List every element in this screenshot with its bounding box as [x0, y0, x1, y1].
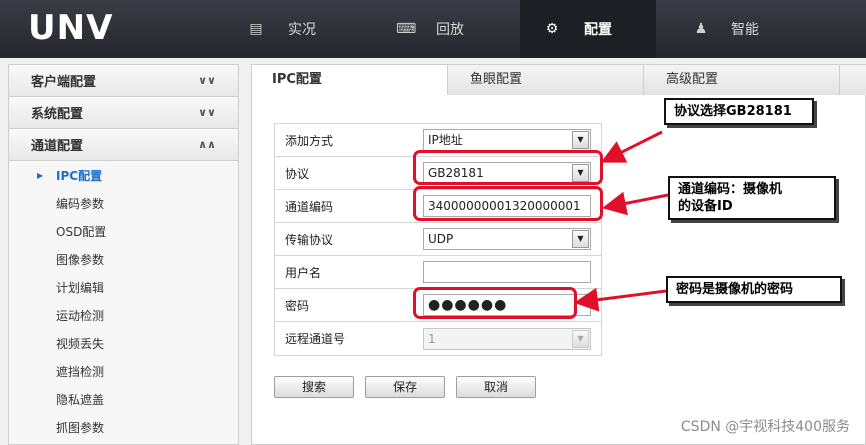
- remote-channel-select: 1 ▼: [423, 327, 591, 350]
- sidebar: 客户端配置 ∨∨ 系统配置 ∨∨ 通道配置 ∧∧ ▶ IPC配置 编码参数 OS…: [8, 64, 239, 445]
- sidebar-section-label: 系统配置: [31, 107, 84, 122]
- logo: UNV: [28, 8, 114, 48]
- tab-ipc-config[interactable]: IPC配置: [252, 65, 448, 95]
- sidebar-item-label: 遮挡检测: [56, 364, 105, 379]
- add-method-select[interactable]: IP地址 ▼: [423, 129, 591, 151]
- form-row-remote-channel: 远程通道号 1 ▼: [275, 322, 601, 355]
- username-input[interactable]: [423, 261, 591, 283]
- password-callout: 密码是摄像机的密码: [666, 276, 842, 303]
- sidebar-item-osd[interactable]: OSD配置: [9, 217, 238, 245]
- protocol-callout-text: 协议选择GB28181: [674, 104, 792, 119]
- watermark: CSDN @宇视科技400服务: [680, 419, 850, 435]
- transport-label: 传输协议: [285, 232, 334, 247]
- gear-icon: ⚙: [545, 21, 559, 37]
- sidebar-item-label: 编码参数: [56, 196, 105, 211]
- dropdown-arrow-icon: ▼: [572, 329, 589, 348]
- cancel-button[interactable]: 取消: [456, 376, 536, 398]
- person-search-icon: ♟: [694, 21, 708, 37]
- tab-advanced-config[interactable]: 高级配置: [644, 65, 840, 95]
- sidebar-item-motion[interactable]: 运动检测: [9, 301, 238, 329]
- nav-config[interactable]: ⚙ 配置: [520, 0, 656, 58]
- page: UNV ▤ 实况 ⌨ 回放 ⚙ 配置 ♟ 智能 客户端配置 ∨∨ 系统配置 ∨∨…: [0, 0, 866, 445]
- sidebar-item-snapshot[interactable]: 抓图参数: [9, 413, 238, 441]
- sidebar-item-tamper[interactable]: 遮挡检测: [9, 357, 238, 385]
- dropdown-arrow-icon[interactable]: ▼: [572, 131, 589, 149]
- protocol-callout: 协议选择GB28181: [664, 98, 814, 125]
- nav-smart-label: 智能: [731, 22, 759, 38]
- nav-live-label: 实况: [288, 22, 316, 38]
- sidebar-item-video-loss[interactable]: 视频丢失: [9, 329, 238, 357]
- form-row-username: 用户名: [275, 256, 601, 289]
- remote-channel-value: 1: [428, 331, 436, 346]
- nav-playback-label: 回放: [436, 22, 464, 38]
- channel-code-label: 通道编码: [285, 199, 334, 214]
- nav-playback[interactable]: ⌨ 回放: [396, 0, 464, 58]
- nav-live[interactable]: ▤ 实况: [248, 0, 330, 58]
- nav-smart[interactable]: ♟ 智能: [693, 0, 759, 58]
- channel-code-highlight: [413, 186, 603, 221]
- tab-bar: IPC配置 鱼眼配置 高级配置: [252, 65, 866, 95]
- save-button[interactable]: 保存: [365, 376, 445, 398]
- sidebar-item-label: 图像参数: [56, 252, 105, 267]
- dropdown-arrow-icon[interactable]: ▼: [572, 230, 589, 248]
- tab-bar-filler: [840, 65, 866, 95]
- chevron-down-icon: ∨∨: [198, 106, 216, 119]
- password-label: 密码: [285, 298, 310, 313]
- sidebar-section-channel-config[interactable]: 通道配置 ∧∧: [9, 129, 238, 161]
- sidebar-item-image[interactable]: 图像参数: [9, 245, 238, 273]
- sidebar-item-label: 隐私遮盖: [56, 392, 105, 407]
- password-callout-text: 密码是摄像机的密码: [676, 282, 794, 297]
- monitor-icon: ▤: [249, 21, 263, 37]
- chevron-down-icon: ∨∨: [198, 74, 216, 87]
- password-highlight: [413, 287, 577, 319]
- chevron-up-icon: ∧∧: [198, 138, 216, 151]
- channel-callout-line1: 通道编码：摄像机: [678, 182, 783, 197]
- protocol-label: 协议: [285, 166, 310, 181]
- sidebar-item-label: OSD配置: [56, 224, 107, 239]
- sidebar-item-label: IPC配置: [56, 168, 103, 183]
- sidebar-section-system-config[interactable]: 系统配置 ∨∨: [9, 97, 238, 129]
- sidebar-item-label: 运动检测: [56, 308, 105, 323]
- caret-right-icon: ▶: [37, 170, 44, 180]
- form-row-transport: 传输协议 UDP ▼: [275, 223, 601, 256]
- tab-fisheye-config[interactable]: 鱼眼配置: [448, 65, 644, 95]
- sidebar-item-ipc-config[interactable]: ▶ IPC配置: [9, 161, 238, 189]
- transport-value: UDP: [428, 232, 454, 246]
- channel-callout-line2: 的设备ID: [678, 199, 733, 214]
- remote-channel-label: 远程通道号: [285, 332, 346, 346]
- sidebar-section-label: 客户端配置: [31, 75, 97, 90]
- search-button[interactable]: 搜索: [274, 376, 354, 398]
- protocol-highlight: [413, 150, 603, 185]
- sidebar-item-label: 抓图参数: [56, 420, 105, 435]
- action-buttons: 搜索 保存 取消: [274, 376, 547, 398]
- transport-select[interactable]: UDP ▼: [423, 228, 591, 250]
- sidebar-item-encoding[interactable]: 编码参数: [9, 189, 238, 217]
- sidebar-section-label: 通道配置: [31, 139, 84, 154]
- sidebar-section-client-config[interactable]: 客户端配置 ∨∨: [9, 65, 238, 97]
- sidebar-item-privacy[interactable]: 隐私遮盖: [9, 385, 238, 413]
- nav-config-label: 配置: [584, 22, 612, 38]
- add-method-value: IP地址: [428, 133, 463, 147]
- keyboard-icon: ⌨: [396, 21, 417, 37]
- sidebar-item-schedule[interactable]: 计划编辑: [9, 273, 238, 301]
- channel-code-callout: 通道编码：摄像机 的设备ID: [668, 176, 836, 220]
- username-label: 用户名: [285, 265, 322, 280]
- sidebar-item-label: 计划编辑: [56, 280, 105, 295]
- sidebar-item-label: 视频丢失: [56, 336, 105, 351]
- top-navigation-bar: UNV ▤ 实况 ⌨ 回放 ⚙ 配置 ♟ 智能: [0, 0, 866, 58]
- add-method-label: 添加方式: [285, 133, 334, 148]
